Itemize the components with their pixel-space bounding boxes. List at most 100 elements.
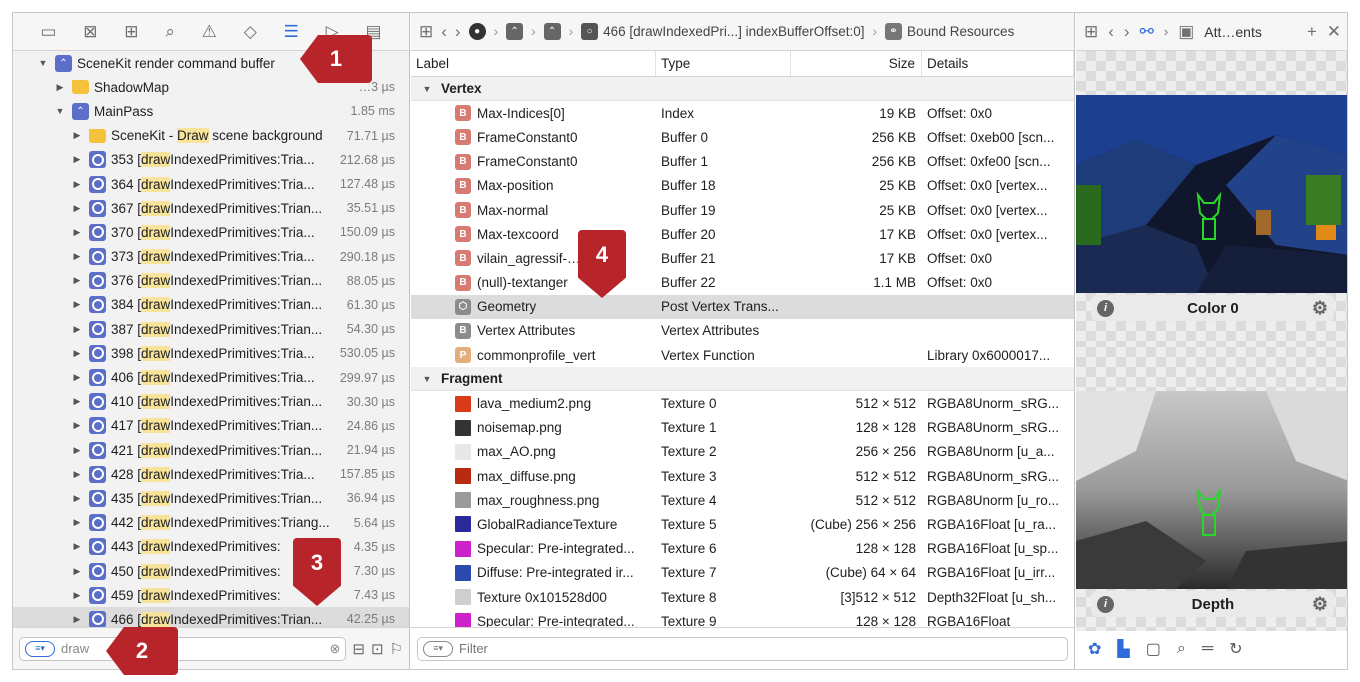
gear-icon[interactable]: ⚙ — [1312, 594, 1328, 615]
resource-row[interactable]: ⬡ Geometry Post Vertex Trans... — [411, 294, 1074, 319]
resource-row[interactable]: B FrameConstant0 Buffer 0 256 KB Offset: 0xe… — [411, 125, 1074, 149]
resource-row[interactable]: B Max-normal Buffer 19 25 KB Offset: 0x0 [ve… — [411, 198, 1074, 222]
tree-row[interactable]: ▶ 384 [drawIndexedPrimitives:Trian... 61.3… — [13, 293, 409, 317]
column-type[interactable]: Type — [656, 51, 791, 76]
resource-row[interactable]: Texture 0x101528d00 Texture 8 [3]512 × 512… — [411, 585, 1074, 609]
resource-row[interactable]: Bvilain_agressif-…ntBuffer 2117 KBOffset… — [411, 246, 1074, 270]
section-header[interactable]: ▼ Vertex — [411, 77, 1074, 102]
tree-row[interactable]: ▶ 353 [drawIndexedPrimitives:Tria... 212.6… — [13, 148, 409, 172]
tree-row[interactable]: ▶ 370 [drawIndexedPrimitives:Tria... 150.0… — [13, 220, 409, 244]
warning-icon[interactable]: ⚠ — [202, 23, 217, 40]
tree-row[interactable]: ▼ ⌃ MainPass 1.85 ms — [13, 99, 409, 123]
disclosure-triangle-icon[interactable]: ▶ — [71, 348, 83, 359]
hierarchy-icon[interactable]: ⊞ — [124, 23, 138, 40]
resource-row[interactable]: Specular: Pre-integrated... Texture 9 128 … — [411, 609, 1074, 627]
disclosure-triangle-icon[interactable]: ▼ — [421, 84, 433, 94]
tree-row[interactable]: ▶ 459 [drawIndexedPrimitives: 7.43 µs — [13, 583, 409, 607]
disclosure-triangle-icon[interactable]: ▶ — [71, 614, 83, 625]
tree-row[interactable]: ▶ 442 [drawIndexedPrimitives:Triang... 5.6… — [13, 511, 409, 535]
filter-options-icon[interactable]: ≡▾ — [25, 640, 55, 657]
tree-row[interactable]: ▶ 398 [drawIndexedPrimitives:Tria... 530.0… — [13, 341, 409, 365]
tree-row[interactable]: ▶ 443 [drawIndexedPrimitives: 4.35 µs — [13, 535, 409, 559]
tree-row[interactable]: ▶ SceneKit - Draw scene background 71.71 µ… — [13, 124, 409, 148]
tree-row[interactable]: ▶ 367 [drawIndexedPrimitives:Trian... 35.5… — [13, 196, 409, 220]
disclosure-triangle-icon[interactable]: ▼ — [421, 374, 433, 384]
channels-icon[interactable]: ✿ — [1088, 639, 1101, 659]
disclosure-triangle-icon[interactable]: ▶ — [54, 82, 66, 93]
resource-row[interactable]: Diffuse: Pre-integrated ir... Texture 7 (C… — [411, 561, 1074, 585]
resource-row[interactable]: B (null)-textanger Buffer 22 1.1 MB Offset: … — [411, 271, 1074, 295]
tree-row[interactable]: ▶ 450 [drawIndexedPrimitives: 7.30 µs — [13, 559, 409, 583]
search-icon[interactable]: ⌕ — [165, 23, 175, 40]
resource-row[interactable]: max_AO.png Texture 2 256 × 256 RGBA8Unorm [… — [411, 440, 1074, 464]
filter-issues-icon[interactable]: ⊡ — [371, 640, 384, 658]
clear-filter-icon[interactable]: ⊗ — [329, 641, 340, 657]
disclosure-triangle-icon[interactable]: ▼ — [37, 58, 49, 68]
forward-icon[interactable]: › — [1124, 23, 1130, 40]
frame-icon[interactable]: ▢ — [1146, 639, 1161, 659]
resource-row[interactable]: B FrameConstant0 Buffer 1 256 KB Offset: 0xf… — [411, 150, 1074, 174]
tree-row[interactable]: ▶ 373 [drawIndexedPrimitives:Tria... 290.1… — [13, 245, 409, 269]
breadcrumb-draw-call[interactable]: ○ 466 [drawIndexedPri...] indexBufferOffs… — [581, 23, 865, 40]
resource-row[interactable]: max_diffuse.png Texture 3 512 × 512 RGBA8Un… — [411, 464, 1074, 488]
tree-row[interactable]: ▶ 410 [drawIndexedPrimitives:Trian... 30.3… — [13, 390, 409, 414]
navigator-filter-input[interactable] — [61, 641, 324, 656]
filter-options-icon[interactable]: ≡▾ — [423, 640, 453, 657]
column-details[interactable]: Details — [922, 51, 1074, 76]
resource-row[interactable]: B Max-texcoord Buffer 20 17 KB Offset: 0x0 [… — [411, 222, 1074, 246]
breadcrumb-command-buffer[interactable]: ⌃ — [506, 23, 524, 40]
resource-row[interactable]: noisemap.png Texture 1 128 × 128 RGBA8Unorm… — [411, 416, 1074, 440]
symbol-navigator-icon[interactable]: ⊠ — [83, 23, 97, 40]
breadcrumb-trace[interactable]: ● — [468, 23, 486, 40]
attachments-icon[interactable]: ▣ — [1178, 23, 1194, 40]
flag-icon[interactable]: ⚐ — [390, 640, 403, 658]
tree-row[interactable]: ▶ 406 [drawIndexedPrimitives:Tria... 299.9… — [13, 365, 409, 389]
add-icon[interactable]: + — [1307, 23, 1317, 40]
section-header[interactable]: ▼ Fragment — [411, 367, 1074, 392]
resource-row[interactable]: Pcommonprofile_vert Vertex Function Librar… — [411, 343, 1074, 367]
disclosure-triangle-icon[interactable]: ▶ — [71, 324, 83, 335]
linked-circles-icon[interactable]: ⚯ — [1140, 23, 1154, 40]
depth-attachment-image[interactable] — [1076, 391, 1347, 589]
disclosure-triangle-icon[interactable]: ▶ — [71, 275, 83, 286]
disclosure-triangle-icon[interactable]: ▶ — [71, 372, 83, 383]
debug-list-icon[interactable]: ☰ — [284, 23, 299, 40]
resource-row[interactable]: lava_medium2.png Texture 0 512 × 512 RGBA8U… — [411, 391, 1074, 415]
disclosure-triangle-icon[interactable]: ▶ — [71, 445, 83, 456]
disclosure-triangle-icon[interactable]: ▶ — [71, 154, 83, 165]
back-icon[interactable]: ‹ — [441, 23, 447, 40]
column-size[interactable]: Size — [791, 51, 922, 76]
tree-row[interactable]: ▶ 466 [drawIndexedPrimitives:Trian... 42.2… — [13, 607, 409, 627]
disclosure-triangle-icon[interactable]: ▶ — [71, 541, 83, 552]
disclosure-triangle-icon[interactable]: ▶ — [71, 420, 83, 431]
tree-row[interactable]: ▶ 428 [drawIndexedPrimitives:Tria... 157.8… — [13, 462, 409, 486]
refresh-icon[interactable]: ↻ — [1229, 639, 1242, 659]
back-icon[interactable]: ‹ — [1108, 23, 1114, 40]
disclosure-triangle-icon[interactable]: ▶ — [71, 299, 83, 310]
tree-row[interactable]: ▶ 421 [drawIndexedPrimitives:Trian... 21.9… — [13, 438, 409, 462]
resource-row[interactable]: B Max-position Buffer 18 25 KB Offset: 0x0 [… — [411, 174, 1074, 198]
forward-icon[interactable]: › — [455, 23, 461, 40]
resource-row[interactable]: max_roughness.png Texture 4 512 × 512 RGBA8… — [411, 488, 1074, 512]
disclosure-triangle-icon[interactable]: ▶ — [71, 517, 83, 528]
close-icon[interactable]: ✕ — [1327, 23, 1341, 40]
tree-row[interactable]: ▶ 364 [drawIndexedPrimitives:Tria... 127.4… — [13, 172, 409, 196]
breadcrumb-bound-resources[interactable]: ⚭ Bound Resources — [885, 23, 1014, 40]
disclosure-triangle-icon[interactable]: ▶ — [71, 251, 83, 262]
disclosure-triangle-icon[interactable]: ▶ — [71, 396, 83, 407]
tree-row[interactable]: ▶ 435 [drawIndexedPrimitives:Trian... 36.9… — [13, 486, 409, 510]
disclosure-triangle-icon[interactable]: ▶ — [71, 179, 83, 190]
disclosure-triangle-icon[interactable]: ▶ — [71, 130, 83, 141]
equals-icon[interactable]: ═ — [1202, 640, 1213, 658]
info-icon[interactable]: i — [1097, 299, 1114, 317]
resource-row[interactable]: GlobalRadianceTexture Texture 5 (Cube) 256… — [411, 512, 1074, 536]
resource-row[interactable]: Specular: Pre-integrated... Texture 6 128 … — [411, 537, 1074, 561]
filter-list-icon[interactable]: ⊟ — [352, 640, 365, 658]
tree-row[interactable]: ▶ 387 [drawIndexedPrimitives:Trian... 54.3… — [13, 317, 409, 341]
test-diamond-icon[interactable]: ◇ — [244, 23, 257, 40]
folder-icon[interactable]: ▭ — [40, 23, 56, 40]
disclosure-triangle-icon[interactable]: ▶ — [71, 227, 83, 238]
tree-row[interactable]: ▶ 376 [drawIndexedPrimitives:Trian... 88.0… — [13, 269, 409, 293]
info-icon[interactable]: i — [1097, 595, 1114, 613]
disclosure-triangle-icon[interactable]: ▶ — [71, 469, 83, 480]
